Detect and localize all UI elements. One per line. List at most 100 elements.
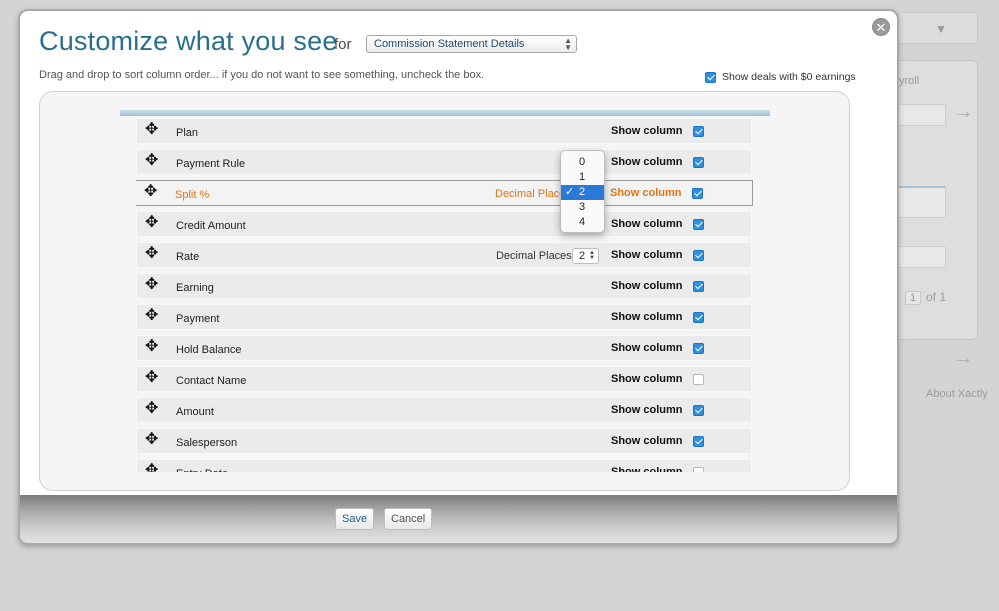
column-row[interactable]: ✥ Rate Decimal Places 2 ▲ ▼ Show column bbox=[136, 242, 752, 268]
for-label: for bbox=[334, 36, 352, 53]
show-column-label: Show column bbox=[611, 125, 683, 137]
arrow-right-icon: → bbox=[952, 344, 974, 369]
list-header-bar bbox=[120, 110, 770, 116]
column-row-label: Contact Name bbox=[176, 375, 247, 387]
column-row[interactable]: ✥ Plan Show column bbox=[136, 118, 752, 144]
close-icon[interactable]: ✕ bbox=[872, 18, 890, 36]
background-tab-text: yroll bbox=[899, 75, 920, 87]
column-row[interactable]: ✥ Credit Amount Show column bbox=[136, 211, 752, 237]
dropdown-option[interactable]: 0 bbox=[561, 155, 604, 170]
column-row[interactable]: ✥ Contact Name Show column bbox=[136, 366, 752, 392]
show-column-checkbox[interactable] bbox=[693, 436, 704, 447]
decimal-places-dropdown[interactable]: 0 1 ✓ 2 3 4 bbox=[560, 150, 605, 233]
drag-handle-icon[interactable]: ✥ bbox=[145, 308, 158, 324]
column-row-label: Payment bbox=[176, 313, 220, 325]
column-row-label: Amount bbox=[176, 406, 214, 418]
modal-title: Customize what you see bbox=[39, 26, 338, 56]
drag-handle-icon[interactable]: ✥ bbox=[145, 246, 158, 262]
show-column-checkbox[interactable] bbox=[693, 126, 704, 137]
show-column-checkbox[interactable] bbox=[693, 405, 704, 416]
show-column-checkbox[interactable] bbox=[692, 188, 703, 199]
show-column-label: Show column bbox=[611, 249, 683, 261]
show-column-label: Show column bbox=[611, 373, 683, 385]
background-field bbox=[898, 246, 946, 268]
show-zero-earnings-label: Show deals with $0 earnings bbox=[722, 71, 856, 83]
dropdown-option[interactable]: 4 bbox=[561, 215, 604, 230]
drag-handle-icon[interactable]: ✥ bbox=[145, 401, 158, 417]
column-row-label: Payment Rule bbox=[176, 158, 246, 170]
checkmark-icon: ✓ bbox=[565, 186, 575, 198]
show-zero-earnings-toggle[interactable]: Show deals with $0 earnings bbox=[705, 71, 856, 83]
drag-handle-icon[interactable]: ✥ bbox=[144, 184, 157, 200]
dropdown-option[interactable]: ✓ 2 bbox=[561, 185, 604, 200]
show-column-label: Show column bbox=[611, 342, 683, 354]
background-pager-total: of 1 bbox=[926, 290, 947, 304]
show-column-label: Show column bbox=[611, 311, 683, 323]
decimal-places-select[interactable]: 2 ▲ ▼ bbox=[572, 248, 599, 264]
show-column-checkbox[interactable] bbox=[693, 157, 704, 168]
drag-handle-icon[interactable]: ✥ bbox=[145, 153, 158, 169]
show-zero-earnings-checkbox[interactable] bbox=[705, 71, 716, 83]
column-list-panel: ✥ Plan Show column ✥ Payment Rule Show column… bbox=[39, 91, 850, 491]
column-row-label: Hold Balance bbox=[176, 344, 242, 356]
show-column-checkbox[interactable] bbox=[693, 312, 704, 323]
column-row[interactable]: ✥ Split % Decimal Places Show column bbox=[136, 180, 753, 206]
column-row-label: Salesperson bbox=[176, 437, 238, 449]
dropdown-option-label: 3 bbox=[579, 201, 586, 213]
dropdown-option[interactable]: 1 bbox=[561, 170, 604, 185]
show-column-checkbox[interactable] bbox=[693, 281, 704, 292]
background-about-link: About Xactly bbox=[926, 388, 988, 400]
column-row[interactable]: ✥ Amount Show column bbox=[136, 397, 752, 423]
show-column-checkbox[interactable] bbox=[693, 219, 704, 230]
customize-modal: Customize what you see for Commission St… bbox=[18, 9, 899, 545]
dropdown-option[interactable]: 3 bbox=[561, 200, 604, 215]
statement-select-value: Commission Statement Details bbox=[374, 38, 525, 50]
show-column-label: Show column bbox=[611, 156, 683, 168]
background-field bbox=[898, 104, 946, 126]
cancel-button[interactable]: Cancel bbox=[384, 508, 433, 530]
dropdown-option-label: 4 bbox=[579, 216, 586, 228]
statement-select[interactable]: Commission Statement Details ▲ ▼ bbox=[366, 35, 577, 53]
background-dropdown: ▼ bbox=[898, 12, 978, 44]
column-row[interactable]: ✥ Entry Date Show column bbox=[136, 459, 752, 472]
drag-handle-icon[interactable]: ✥ bbox=[145, 122, 158, 138]
column-row-label: Rate bbox=[176, 251, 200, 263]
show-column-checkbox[interactable] bbox=[693, 343, 704, 354]
column-row[interactable]: ✥ Hold Balance Show column bbox=[136, 335, 752, 361]
decimal-places-value: 2 bbox=[579, 250, 586, 262]
background-pager-page: 1 bbox=[905, 291, 922, 305]
column-row[interactable]: ✥ Salesperson Show column bbox=[136, 428, 752, 454]
show-column-label: Show column bbox=[611, 435, 683, 447]
drag-handle-icon[interactable]: ✥ bbox=[145, 277, 158, 293]
drag-handle-icon[interactable]: ✥ bbox=[145, 463, 158, 473]
drag-handle-icon[interactable]: ✥ bbox=[145, 339, 158, 355]
show-column-checkbox[interactable] bbox=[693, 374, 704, 385]
chevron-down-icon: ▼ bbox=[935, 22, 947, 36]
show-column-checkbox[interactable] bbox=[693, 467, 704, 472]
show-column-label: Show column bbox=[611, 280, 683, 292]
select-arrows-icon: ▲ ▼ bbox=[589, 250, 595, 261]
drag-handle-icon[interactable]: ✥ bbox=[145, 432, 158, 448]
column-row[interactable]: ✥ Payment Show column bbox=[136, 304, 752, 330]
save-button[interactable]: Save bbox=[335, 508, 375, 530]
dropdown-option-label: 1 bbox=[579, 171, 586, 183]
show-column-checkbox[interactable] bbox=[693, 250, 704, 261]
show-column-label: Show column bbox=[611, 466, 683, 472]
select-arrows-icon: ▲ ▼ bbox=[564, 36, 572, 52]
decimal-places-label: Decimal Places bbox=[496, 250, 572, 262]
column-list[interactable]: ✥ Plan Show column ✥ Payment Rule Show column… bbox=[136, 118, 754, 472]
drag-handle-icon[interactable]: ✥ bbox=[145, 370, 158, 386]
dropdown-option-label: 0 bbox=[579, 156, 586, 168]
column-row[interactable]: ✥ Earning Show column bbox=[136, 273, 752, 299]
column-row-label: Credit Amount bbox=[176, 220, 246, 232]
column-row-label: Entry Date bbox=[176, 468, 228, 472]
column-row-label: Split % bbox=[175, 189, 210, 201]
show-column-label: Show column bbox=[611, 404, 683, 416]
column-row-label: Plan bbox=[176, 127, 199, 139]
drag-handle-icon[interactable]: ✥ bbox=[145, 215, 158, 231]
show-column-label: Show column bbox=[611, 218, 683, 230]
show-column-label: Show column bbox=[610, 187, 682, 199]
column-row[interactable]: ✥ Payment Rule Show column bbox=[136, 149, 752, 175]
instructions-text: Drag and drop to sort column order... if… bbox=[39, 69, 485, 81]
arrow-right-icon: → bbox=[952, 98, 974, 123]
